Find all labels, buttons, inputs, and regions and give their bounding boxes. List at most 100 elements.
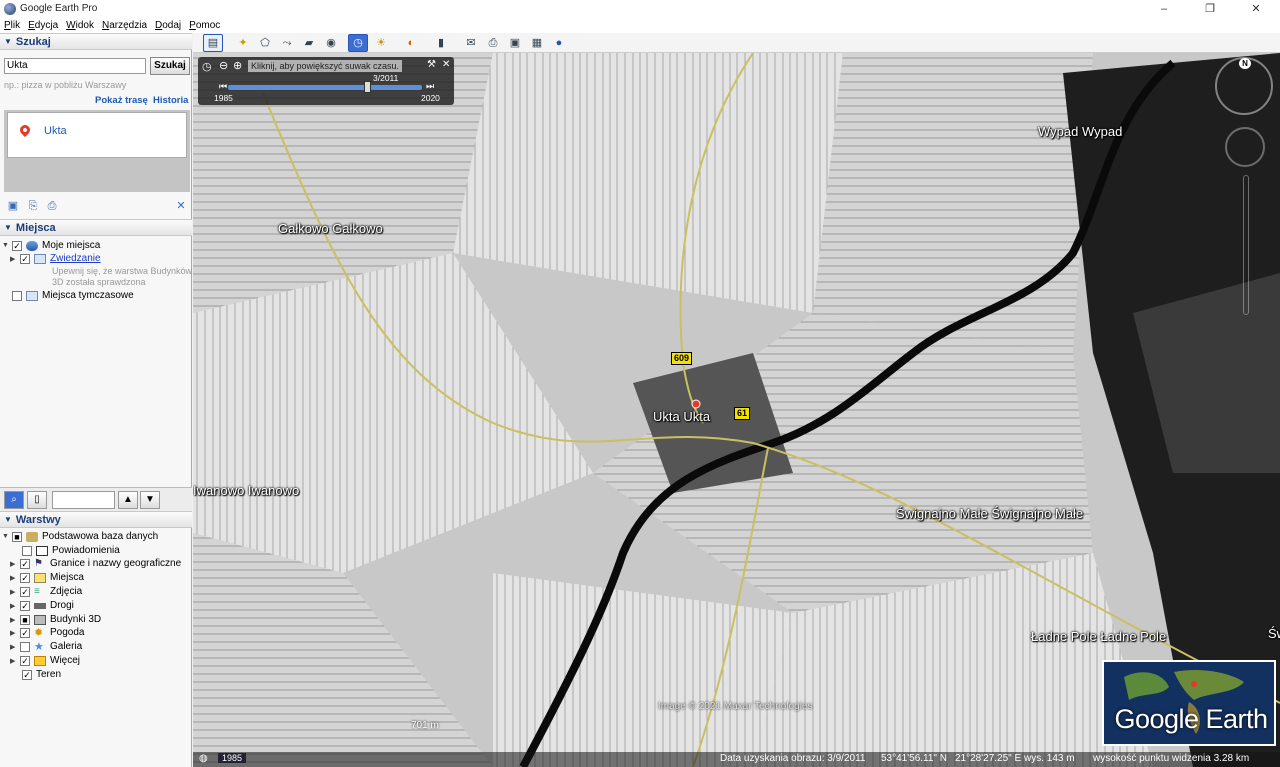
path-icon[interactable]: ⤳	[277, 34, 297, 52]
overview-map[interactable]: Google Earth	[1102, 660, 1276, 746]
clock-icon[interactable]: ◷	[202, 60, 212, 73]
close-icon[interactable]: ✕	[442, 59, 450, 70]
move-down-icon[interactable]: ▼	[140, 491, 160, 509]
expand-icon[interactable]: ▶	[10, 560, 18, 568]
checkbox[interactable]: ✓	[20, 253, 30, 264]
checkbox[interactable]	[20, 641, 30, 652]
checkbox[interactable]: ✓	[20, 572, 30, 583]
planets-icon[interactable]: ◐	[401, 34, 421, 52]
sidebar-toggle-icon[interactable]: ▤	[203, 34, 223, 52]
expand-icon[interactable]: ▶	[10, 602, 18, 610]
close-button[interactable]: ✕	[1233, 0, 1279, 17]
layer-row[interactable]: ▼ ■ Podstawowa baza danych	[2, 530, 158, 543]
filter-input[interactable]	[52, 491, 115, 509]
result-item[interactable]: Ukta	[7, 112, 187, 158]
search-button[interactable]: Szukaj	[150, 57, 190, 75]
label-ladne-pole[interactable]: Ładne Pole Ładne Pole	[1031, 629, 1166, 644]
search-panel-header[interactable]: ▼ Szukaj	[0, 33, 192, 50]
zoom-out-icon[interactable]: ⊖	[219, 59, 228, 72]
slider-track[interactable]	[228, 85, 422, 90]
checkbox[interactable]: ✓	[22, 669, 32, 680]
checkbox[interactable]: ■	[20, 614, 30, 625]
menu-edit[interactable]: Edycja	[28, 20, 58, 31]
label-sw[interactable]: Św	[1268, 626, 1280, 641]
time-slider[interactable]: ◷ ⊖ ⊕ Kliknij, aby powiększyć suwak czas…	[198, 57, 454, 105]
layer-row[interactable]: Powiadomienia	[22, 544, 120, 557]
tour-record-icon[interactable]: ◉	[321, 34, 341, 52]
look-joystick[interactable]	[1225, 127, 1265, 167]
prev-icon[interactable]: ⏮	[219, 81, 227, 92]
zoom-in-icon[interactable]: ⊕	[233, 59, 242, 72]
layer-row[interactable]: ▶ ■ Budynki 3D	[10, 613, 101, 626]
label-galkowo[interactable]: Gałkowo Gałkowo	[278, 221, 383, 236]
move-up-icon[interactable]: ▲	[118, 491, 138, 509]
zoom-slider[interactable]	[1243, 175, 1249, 315]
slider-handle[interactable]	[364, 81, 371, 93]
layer-row[interactable]: ✓ Teren	[22, 668, 61, 681]
my-places-row[interactable]: ▼ ✓ Moje miejsca	[2, 239, 100, 252]
polygon-icon[interactable]: ⬠	[255, 34, 275, 52]
label-wypad[interactable]: Wypad Wypad	[1038, 124, 1122, 139]
expand-icon[interactable]: ▶	[10, 629, 18, 637]
north-indicator[interactable]: N	[1239, 58, 1251, 69]
ruler-icon[interactable]: ▮	[431, 34, 451, 52]
checkbox[interactable]: ■	[12, 531, 22, 542]
expand-icon[interactable]: ▶	[10, 574, 18, 582]
panel-toggle-icon[interactable]: ▯	[27, 491, 47, 509]
search-icon[interactable]: ⌕	[4, 491, 24, 509]
label-swignajno[interactable]: Śwignajno Małe Śwignajno Małe	[896, 506, 1083, 521]
menu-tools[interactable]: Narzędzia	[102, 20, 147, 31]
placemark-add-icon[interactable]: ✦	[233, 34, 253, 52]
checkbox[interactable]: ✓	[20, 655, 30, 666]
expand-icon[interactable]: ▶	[10, 657, 18, 665]
copy-icon[interactable]: ⎘	[26, 200, 40, 213]
layer-row[interactable]: ▶ ✓ ⚑ Granice i nazwy geograficzne	[10, 557, 181, 570]
checkbox[interactable]: ✓	[20, 586, 30, 597]
email-icon[interactable]: ✉	[461, 34, 481, 52]
checkbox[interactable]: ✓	[20, 627, 30, 638]
expand-icon[interactable]: ▼	[2, 533, 10, 540]
earth-gallery-icon[interactable]: ●	[549, 34, 569, 52]
label-iwanowo[interactable]: Iwanowo Iwanowo	[193, 483, 299, 498]
menu-file[interactable]: Plik	[4, 20, 20, 31]
next-icon[interactable]: ⏭	[426, 81, 434, 92]
print-icon[interactable]: ⎙	[483, 34, 503, 52]
checkbox[interactable]: ✓	[20, 600, 30, 611]
history-link[interactable]: Historia	[153, 95, 188, 106]
save-image-icon[interactable]: ▣	[505, 34, 525, 52]
layer-row[interactable]: ▶ ✓ Miejsca	[10, 571, 84, 584]
add-folder-icon[interactable]: ▣	[6, 200, 20, 213]
result-name[interactable]: Ukta	[44, 125, 67, 137]
minimize-button[interactable]: –	[1141, 0, 1187, 17]
checkbox[interactable]	[22, 545, 32, 556]
label-ukta[interactable]: Ukta Ukta	[653, 409, 710, 424]
checkbox[interactable]: ✓	[12, 240, 22, 251]
show-route-link[interactable]: Pokaż trasę	[95, 95, 148, 106]
google-maps-icon[interactable]: ▦	[527, 34, 547, 52]
sunlight-icon[interactable]: ☀	[371, 34, 391, 52]
print-icon[interactable]: ⎙	[45, 200, 59, 213]
places-panel-header[interactable]: ▼ Miejsca	[0, 219, 192, 236]
expand-icon[interactable]: ▶	[10, 643, 18, 651]
maximize-button[interactable]: ❐	[1187, 0, 1233, 17]
temp-places-row[interactable]: Miejsca tymczasowe	[12, 289, 134, 302]
layer-row[interactable]: ▶ ★ Galeria	[10, 640, 82, 653]
historical-imagery-icon[interactable]: ◷	[348, 34, 368, 52]
expand-icon[interactable]: ▶	[10, 588, 18, 596]
menu-view[interactable]: Widok	[66, 20, 94, 31]
menu-add[interactable]: Dodaj	[155, 20, 181, 31]
layer-row[interactable]: ▶ ✓ ✹ Pogoda	[10, 626, 84, 639]
expand-icon[interactable]: ▼	[2, 242, 10, 249]
wrench-icon[interactable]: ⚒	[427, 59, 436, 70]
layer-row[interactable]: ▶ ✓ Drogi	[10, 599, 74, 612]
layer-row[interactable]: ▶ ✓ ≡ Zdjęcia	[10, 585, 82, 598]
search-input[interactable]: Ukta	[4, 58, 146, 74]
layer-row[interactable]: ▶ ✓ Więcej	[10, 654, 80, 667]
menu-help[interactable]: Pomoc	[189, 20, 220, 31]
checkbox[interactable]	[12, 290, 22, 301]
expand-icon[interactable]: ▶	[10, 255, 18, 263]
layers-panel-header[interactable]: ▼ Warstwy	[0, 511, 192, 528]
checkbox[interactable]: ✓	[20, 558, 30, 569]
clear-search-icon[interactable]: ✕	[174, 200, 188, 213]
expand-icon[interactable]: ▶	[10, 616, 18, 624]
